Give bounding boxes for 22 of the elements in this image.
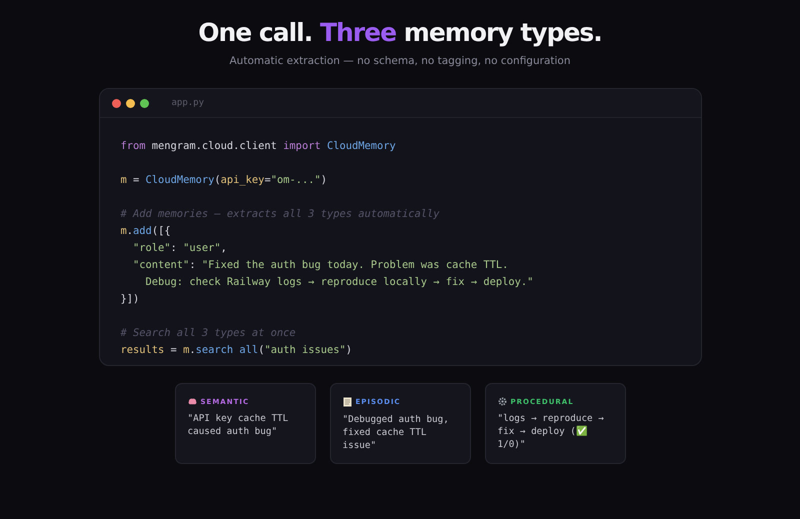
memory-text: "Debugged auth bug, fixed cache TTL issue": [342, 413, 450, 452]
code-line: results = m.search all("auth issues"): [120, 344, 352, 356]
code-line: m.add([{: [120, 225, 171, 237]
maximize-dot-icon: [140, 98, 148, 108]
notepad-icon: [342, 397, 352, 407]
brain-icon: [188, 397, 196, 406]
code-line: # Add memories — extracts all 3 types automatically: [120, 208, 440, 220]
subtitle: Automatic extraction — no schema, no tagging, no configuration: [230, 55, 570, 67]
memory-text: "logs → reproduce → fix → deploy (✅ 1/0)": [498, 412, 605, 451]
page-heading: One call. Three memory types.: [198, 18, 602, 47]
code-line: m = CloudMemory(api_key="om-..."): [120, 174, 328, 186]
minimize-dot-icon: [126, 98, 134, 108]
file-name: app.py: [172, 98, 204, 108]
code-line: "content": "Fixed the auth bug today. Problem was cache TTL.: [132, 259, 508, 271]
code-line: "role": "user",: [132, 242, 227, 254]
memory-text: "API key cache TTL caused auth bug": [188, 412, 290, 438]
close-dot-icon: [112, 98, 120, 108]
code-line: Debug: check Railway logs → reproduce locally → fix → deploy.": [144, 276, 534, 288]
code-line: # Search all 3 types at once: [120, 327, 296, 339]
gear-icon: [498, 397, 506, 406]
code-line: from mengram.cloud.client import CloudMemory: [120, 140, 396, 152]
code-line: }]): [120, 293, 140, 305]
